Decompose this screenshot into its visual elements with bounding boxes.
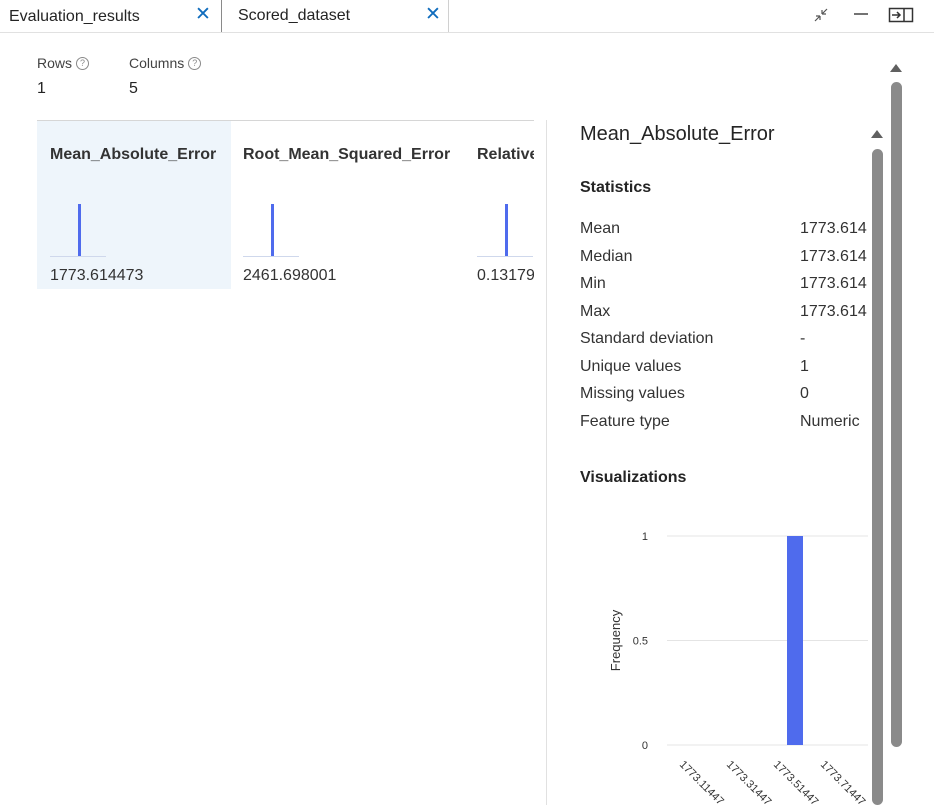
details-title: Mean_Absolute_Error [580, 123, 775, 145]
tab-scored-dataset[interactable]: Scored_dataset ✕ [221, 0, 449, 32]
histogram-bar[interactable] [787, 536, 803, 745]
mini-histogram [50, 203, 106, 257]
column-value: 1773.614473 [50, 267, 144, 284]
histogram-bar [505, 204, 508, 256]
stat-label: Mean [580, 220, 621, 237]
dock-panel-icon[interactable] [888, 6, 914, 24]
stat-value: 1773.614 [800, 303, 867, 320]
rows-label: Rows [37, 55, 73, 71]
help-icon[interactable]: ? [188, 56, 202, 70]
column-card-relative[interactable]: Relative 0.13179 [464, 121, 534, 289]
stat-value: 1773.614 [800, 248, 867, 265]
stat-label: Min [580, 275, 606, 292]
y-axis-label: Frequency [608, 609, 623, 671]
rows-summary: Rows ? 1 [37, 55, 90, 98]
panel-scroll-up-arrow[interactable] [871, 130, 883, 138]
column-value: 0.13179 [477, 267, 534, 284]
statistics-heading: Statistics [580, 179, 652, 196]
column-name: Root_Mean_Squared_Error [243, 146, 451, 163]
collapse-icon[interactable] [812, 6, 830, 24]
y-tick-label: 1 [642, 531, 648, 543]
y-tick-label: 0.5 [633, 636, 648, 648]
column-details-panel: Mean_Absolute_Error Statistics Mean 1773… [547, 120, 868, 805]
stat-value: 1773.614 [800, 275, 867, 292]
column-profiles: Mean_Absolute_Error 1773.614473 Root_Mea… [37, 120, 534, 290]
x-tick-label: 1773.71447 [818, 759, 868, 805]
y-tick-label: 0 [642, 740, 648, 752]
close-icon[interactable]: ✕ [195, 5, 211, 24]
histogram-bar [271, 204, 274, 256]
scroll-up-arrow[interactable] [890, 64, 902, 72]
close-icon[interactable]: ✕ [425, 5, 441, 24]
tab-bar: Evaluation_results ✕ Scored_dataset ✕ [0, 0, 934, 33]
minimize-icon[interactable] [852, 6, 870, 24]
rows-value: 1 [37, 80, 46, 97]
stat-value: 1773.614 [800, 220, 867, 237]
visualizations-heading: Visualizations [580, 469, 687, 486]
mini-histogram [243, 203, 299, 257]
stat-label: Max [580, 303, 611, 320]
x-tick-label: 1773.11447 [677, 759, 726, 805]
stat-label: Unique values [580, 358, 682, 375]
stat-label: Missing values [580, 385, 685, 402]
column-card-root-mean-squared-error[interactable]: Root_Mean_Squared_Error 2461.698001 [230, 121, 464, 289]
columns-value: 5 [129, 80, 138, 97]
stat-value: Numeric [800, 413, 860, 430]
mini-histogram [477, 203, 533, 257]
column-name: Mean_Absolute_Error [50, 146, 217, 163]
column-name: Relative [477, 146, 534, 163]
column-card-mean-absolute-error[interactable]: Mean_Absolute_Error 1773.614473 [37, 121, 231, 289]
stat-value: 0 [800, 385, 809, 402]
page-scrollbar[interactable] [891, 82, 902, 747]
stat-label: Feature type [580, 413, 670, 430]
columns-label: Columns [129, 55, 185, 71]
stat-label: Median [580, 248, 633, 265]
panel-scrollbar[interactable] [872, 149, 883, 805]
stat-value: 1 [800, 358, 809, 375]
tab-label: Evaluation_results [9, 7, 140, 25]
x-tick-label: 1773.51447 [771, 759, 821, 805]
stat-label: Standard deviation [580, 330, 714, 347]
stat-value: - [800, 330, 806, 347]
help-icon[interactable]: ? [76, 56, 90, 70]
histogram-bar [78, 204, 81, 256]
frequency-histogram: 0 0.5 1 1773.114471773.314471773.514471773… [608, 531, 868, 805]
columns-summary: Columns ? 5 [129, 55, 202, 98]
x-tick-label: 1773.31447 [724, 759, 774, 805]
column-value: 2461.698001 [243, 267, 337, 284]
tab-label: Scored_dataset [238, 7, 351, 24]
tab-evaluation-results[interactable]: Evaluation_results ✕ [0, 0, 221, 33]
